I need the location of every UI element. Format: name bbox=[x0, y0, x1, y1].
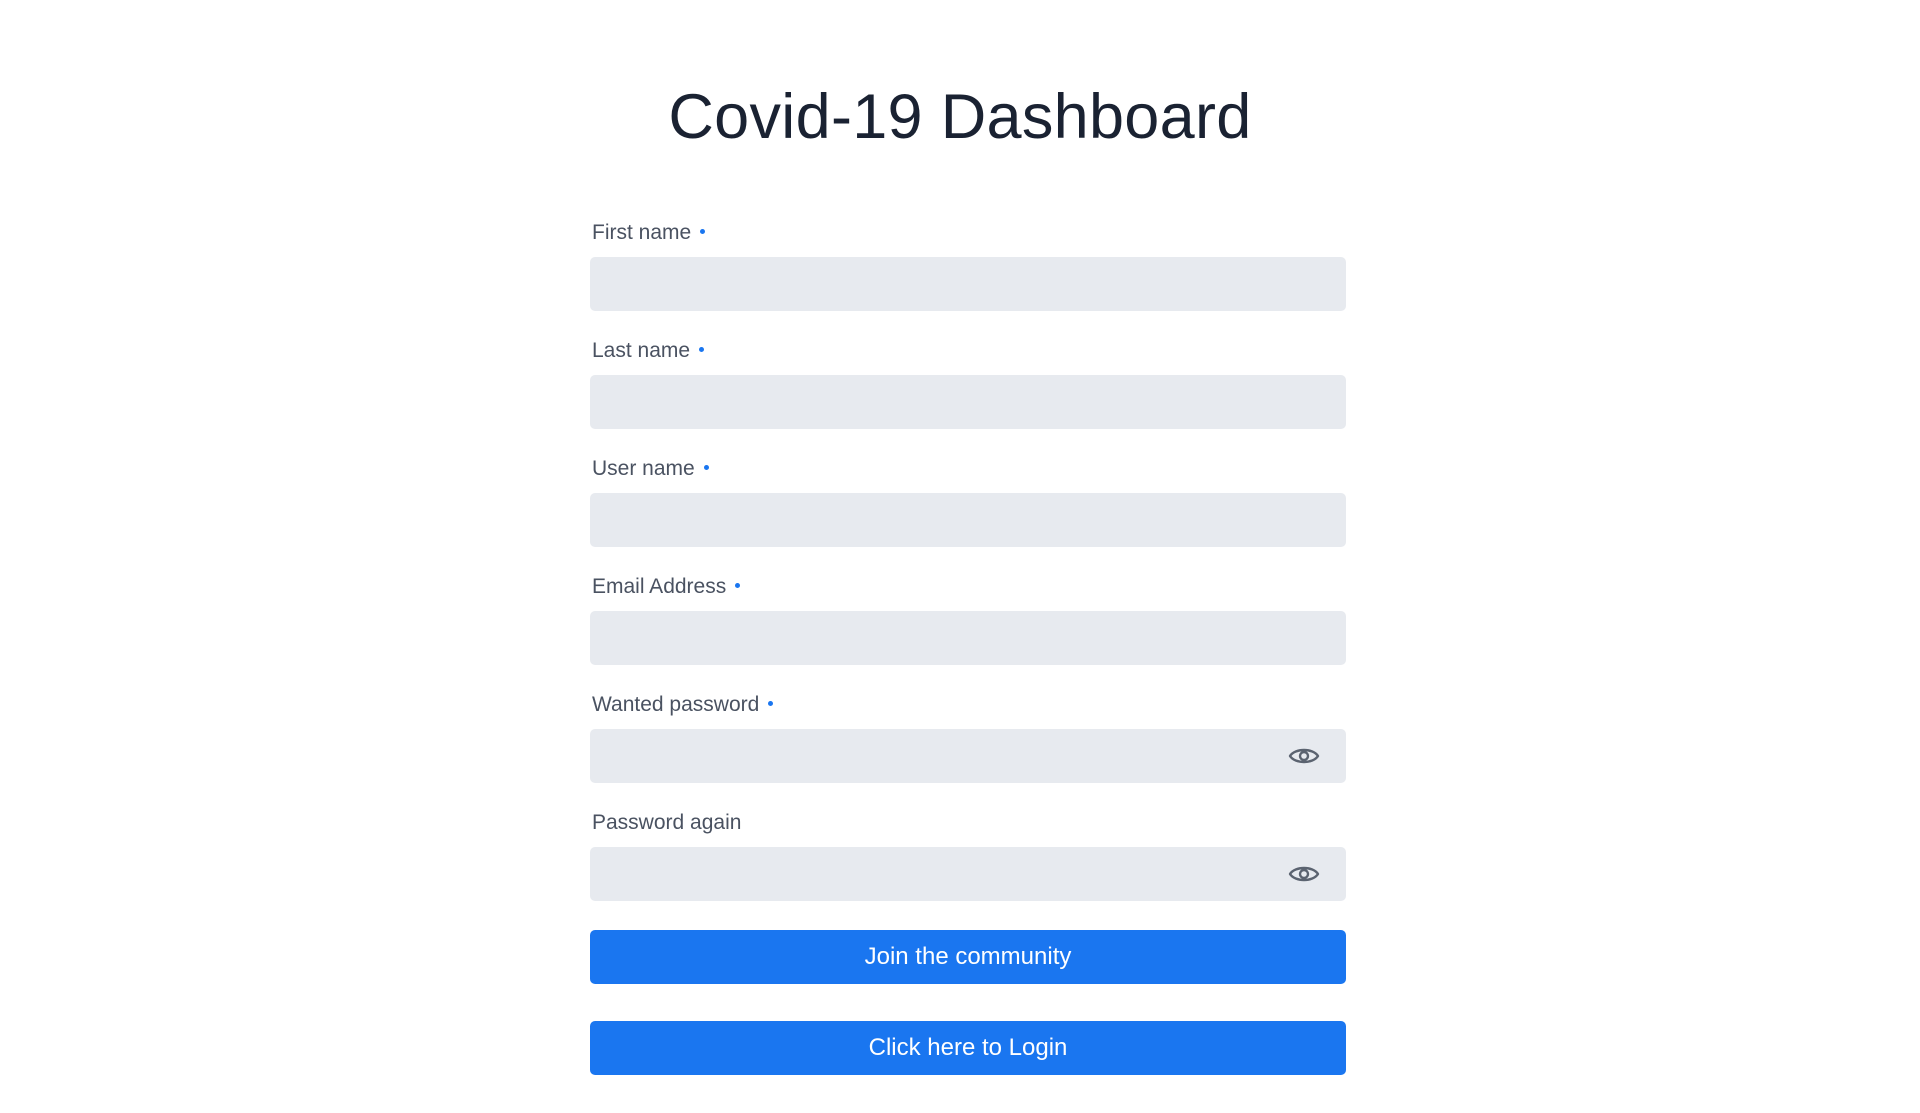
required-indicator bbox=[768, 700, 774, 706]
user-name-input-wrap bbox=[590, 493, 1346, 547]
user-name-label: User name bbox=[592, 454, 1346, 483]
required-indicator bbox=[735, 582, 741, 588]
password-input-wrap bbox=[590, 729, 1346, 783]
password-label-text: Wanted password bbox=[592, 693, 760, 716]
password-again-field-group: Password again bbox=[590, 808, 1346, 901]
signup-form: First name Last name User name Email Add… bbox=[590, 218, 1346, 1075]
password-again-input[interactable] bbox=[590, 847, 1346, 901]
first-name-input[interactable] bbox=[590, 257, 1346, 311]
password-again-label: Password again bbox=[592, 808, 1346, 837]
page-title: Covid-19 Dashboard bbox=[668, 82, 1252, 152]
password-input[interactable] bbox=[590, 729, 1346, 783]
join-community-button[interactable]: Join the community bbox=[590, 930, 1346, 984]
signup-page: Covid-19 Dashboard First name Last name … bbox=[0, 0, 1920, 1113]
first-name-label: First name bbox=[592, 218, 1346, 247]
login-button[interactable]: Click here to Login bbox=[590, 1021, 1346, 1075]
last-name-input[interactable] bbox=[590, 375, 1346, 429]
password-label: Wanted password bbox=[592, 690, 1346, 719]
password-field-group: Wanted password bbox=[590, 690, 1346, 783]
user-name-input[interactable] bbox=[590, 493, 1346, 547]
required-indicator bbox=[699, 346, 705, 352]
last-name-label: Last name bbox=[592, 336, 1346, 365]
password-again-input-wrap bbox=[590, 847, 1346, 901]
email-input[interactable] bbox=[590, 611, 1346, 665]
first-name-field-group: First name bbox=[590, 218, 1346, 311]
email-label-text: Email Address bbox=[592, 575, 727, 598]
required-indicator bbox=[703, 464, 709, 470]
email-input-wrap bbox=[590, 611, 1346, 665]
user-name-label-text: User name bbox=[592, 457, 695, 480]
email-label: Email Address bbox=[592, 572, 1346, 601]
password-again-label-text: Password again bbox=[592, 811, 742, 834]
eye-icon[interactable] bbox=[1288, 743, 1320, 769]
user-name-field-group: User name bbox=[590, 454, 1346, 547]
eye-icon-graphic bbox=[1288, 748, 1320, 764]
eye-icon[interactable] bbox=[1288, 861, 1320, 887]
first-name-label-text: First name bbox=[592, 221, 692, 244]
eye-icon-graphic bbox=[1288, 866, 1320, 882]
last-name-field-group: Last name bbox=[590, 336, 1346, 429]
last-name-input-wrap bbox=[590, 375, 1346, 429]
required-indicator bbox=[700, 228, 706, 234]
email-field-group: Email Address bbox=[590, 572, 1346, 665]
first-name-input-wrap bbox=[590, 257, 1346, 311]
last-name-label-text: Last name bbox=[592, 339, 691, 362]
